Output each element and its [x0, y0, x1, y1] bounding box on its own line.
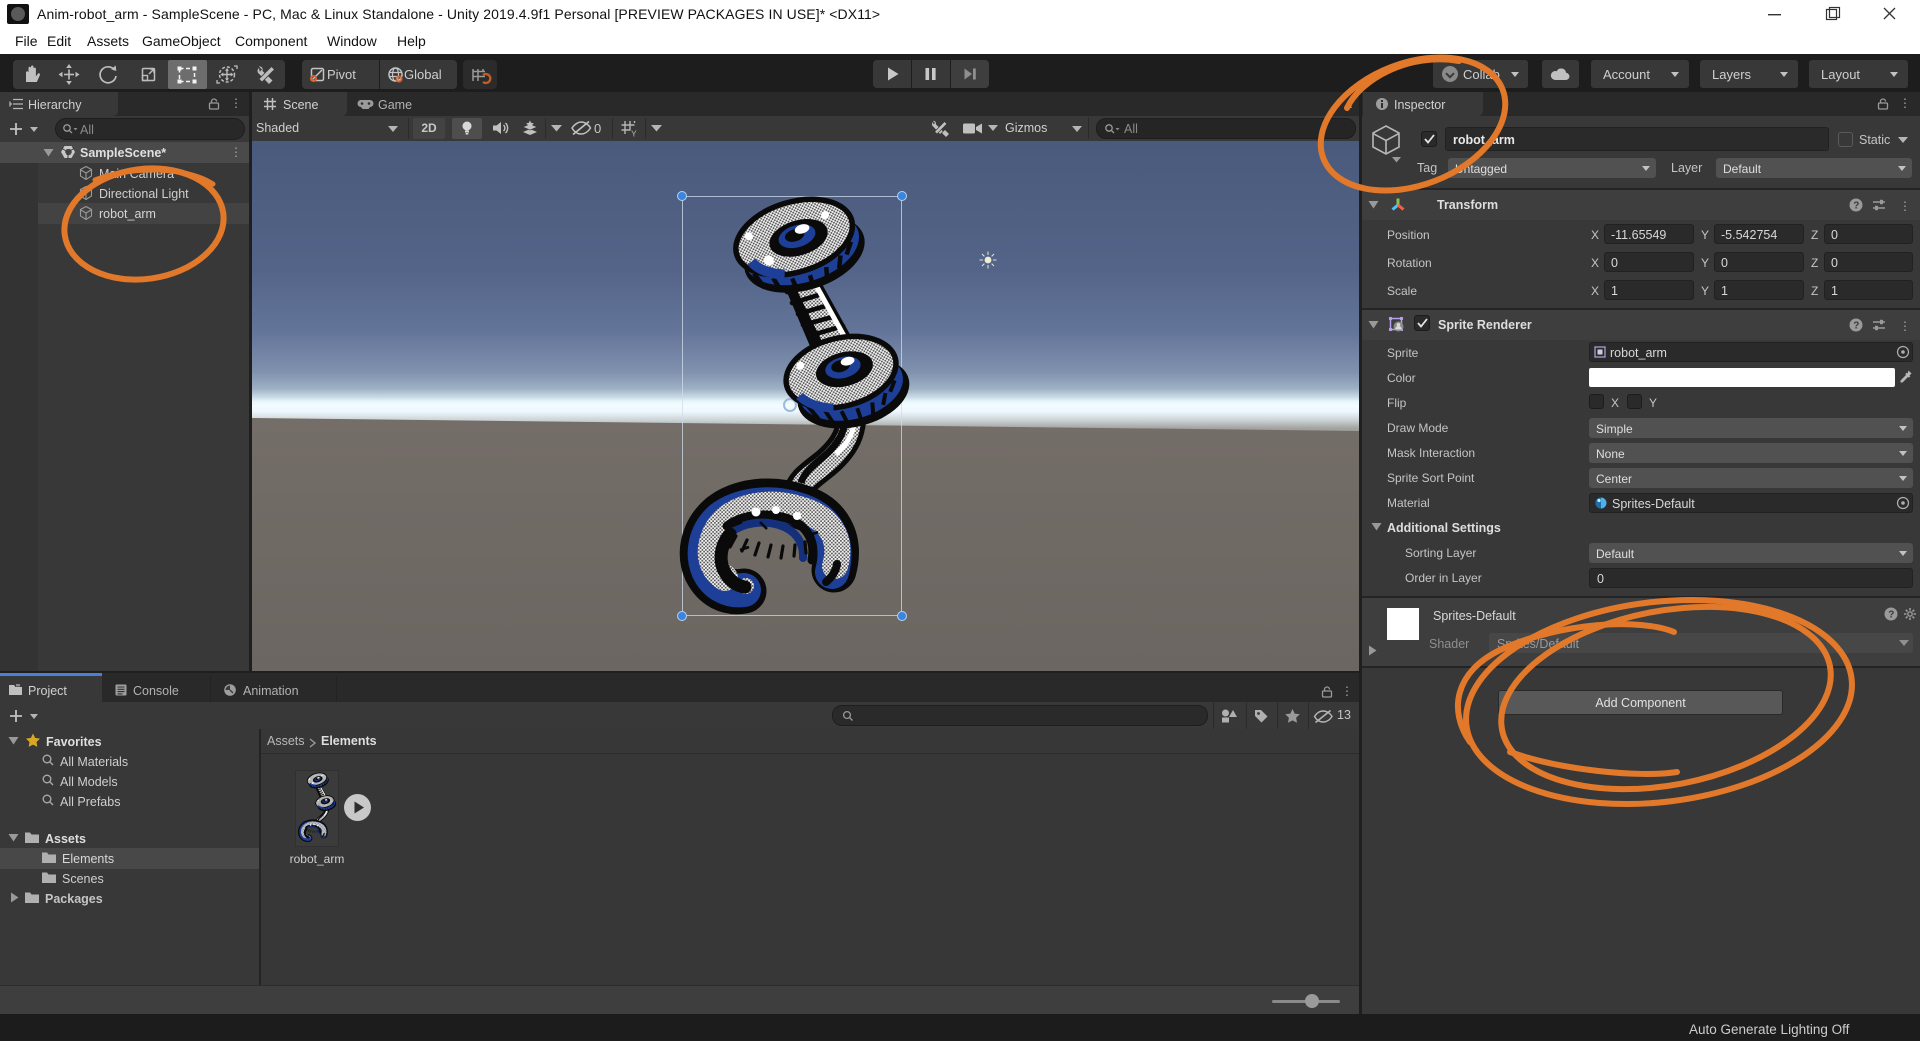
svg-text:Y: Y [631, 129, 637, 139]
svg-text:?: ? [1853, 201, 1859, 212]
svg-text:?: ? [1888, 610, 1894, 621]
svg-text:?: ? [1853, 321, 1859, 332]
